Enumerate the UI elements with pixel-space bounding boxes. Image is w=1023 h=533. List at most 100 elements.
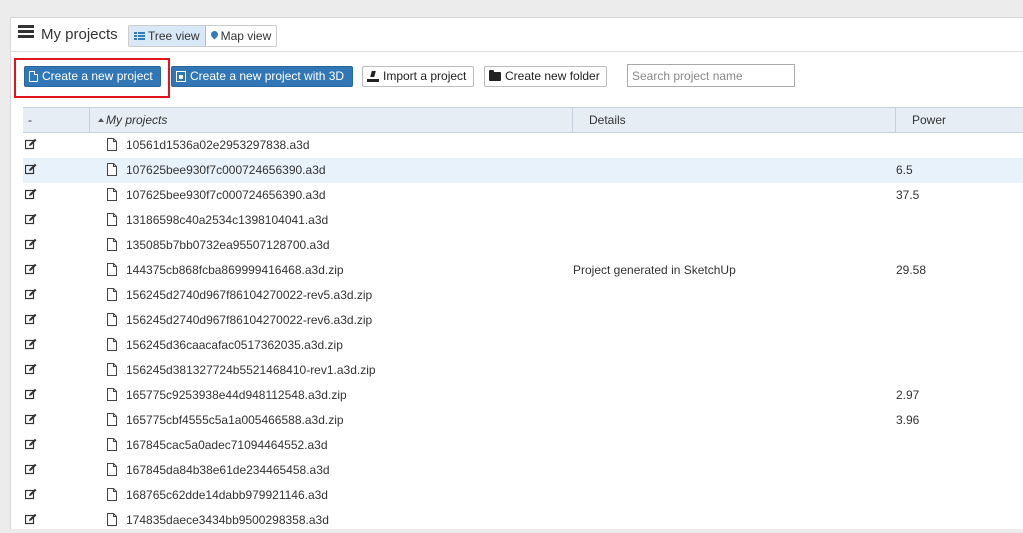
project-name[interactable]: 167845da84b38e61de234465458.a3d [126,463,330,477]
project-details: Project generated in SketchUp [573,263,736,277]
table-row[interactable]: 156245d381327724b5521468410-rev1.a3d.zip [23,358,1023,383]
projects-table: - My projects Details Power 10561d1536a0… [23,107,1023,533]
edit-icon[interactable] [24,163,37,175]
edit-icon[interactable] [24,388,37,400]
map-pin-icon [211,31,218,41]
page-title: My projects [41,26,118,43]
table-row[interactable]: 174835daece3434bb9500298358.a3d [23,508,1023,533]
project-name[interactable]: 10561d1536a02e2953297838.a3d [126,138,310,152]
project-name[interactable]: 107625bee930f7c000724656390.a3d [126,163,326,177]
table-body: 10561d1536a02e2953297838.a3d 107625bee930… [23,133,1023,533]
project-power: 29.58 [896,263,927,277]
table-row[interactable]: 156245d36caacafac0517362035.a3d.zip [23,333,1023,358]
project-name[interactable]: 156245d2740d967f86104270022-rev5.a3d.zip [126,288,372,302]
edit-icon[interactable] [24,338,37,350]
table-row[interactable]: 156245d2740d967f86104270022-rev5.a3d.zip [23,283,1023,308]
edit-icon[interactable] [24,238,37,250]
table-row[interactable]: 13186598c40a2534c1398104041.a3d [23,208,1023,233]
edit-icon[interactable] [24,438,37,450]
table-row[interactable]: 165775cbf4555c5a1a005466588.a3d.zip 3.96 [23,408,1023,433]
search-input[interactable] [627,64,795,87]
project-name[interactable]: 144375cb868fcba869999416468.a3d.zip [126,263,344,277]
map-view-label: Map view [220,29,272,43]
edit-icon[interactable] [24,138,37,150]
table-icon [134,31,145,41]
edit-icon[interactable] [24,488,37,500]
menu-icon[interactable] [18,25,34,39]
file-icon [107,363,117,376]
file-icon [107,238,117,251]
edit-icon[interactable] [24,313,37,325]
file-icon [107,413,117,426]
column-header-select[interactable]: - [28,108,32,132]
import-icon [367,71,379,82]
create-project-button[interactable]: Create a new project [24,66,161,87]
tree-view-button[interactable]: Tree view [129,26,206,46]
table-row[interactable]: 165775c9253938e44d948112548.a3d.zip 2.97 [23,383,1023,408]
map-view-button[interactable]: Map view [206,26,277,46]
column-header-details[interactable]: Details [572,108,895,132]
create-project-3d-button[interactable]: Create a new project with 3D [171,66,353,87]
project-name[interactable]: 107625bee930f7c000724656390.a3d [126,188,326,202]
import-project-button[interactable]: Import a project [362,66,474,87]
file-icon [107,488,117,501]
tree-view-label: Tree view [148,29,200,43]
file-icon [107,163,117,176]
project-name[interactable]: 167845cac5a0adec71094464552.a3d [126,438,328,452]
table-row[interactable]: 156245d2740d967f86104270022-rev6.a3d.zip [23,308,1023,333]
project-name[interactable]: 135085b7bb0732ea95507128700.a3d [126,238,330,252]
project-name[interactable]: 156245d381327724b5521468410-rev1.a3d.zip [126,363,376,377]
project-power: 37.5 [896,188,920,202]
column-header-my-projects-label: My projects [106,113,168,127]
projects-panel: My projects Tree view Map view Create a … [10,17,1023,529]
import-project-label: Import a project [383,69,467,83]
sort-asc-icon [98,118,104,122]
file-icon [107,188,117,201]
project-name[interactable]: 156245d2740d967f86104270022-rev6.a3d.zip [126,313,372,327]
project-name[interactable]: 165775cbf4555c5a1a005466588.a3d.zip [126,413,344,427]
file-icon [107,263,117,276]
edit-icon[interactable] [24,263,37,275]
document-3d-icon [176,71,186,82]
edit-icon[interactable] [24,288,37,300]
toolbar: Create a new project Create a new projec… [11,58,1023,98]
file-icon [107,463,117,476]
edit-icon[interactable] [24,513,37,525]
column-header-my-projects[interactable]: My projects [89,108,573,132]
file-icon [107,313,117,326]
project-name[interactable]: 156245d36caacafac0517362035.a3d.zip [126,338,343,352]
edit-icon[interactable] [24,463,37,475]
create-project-label: Create a new project [42,69,153,83]
edit-icon[interactable] [24,363,37,375]
table-row[interactable]: 107625bee930f7c000724656390.a3d 6.5 [23,158,1023,183]
table-row[interactable]: 135085b7bb0732ea95507128700.a3d [23,233,1023,258]
project-name[interactable]: 165775c9253938e44d948112548.a3d.zip [126,388,347,402]
project-power: 2.97 [896,388,920,402]
project-name[interactable]: 174835daece3434bb9500298358.a3d [126,513,329,527]
project-name[interactable]: 168765c62dde14dabb979921146.a3d [126,488,328,502]
file-icon [107,438,117,451]
table-row[interactable]: 167845cac5a0adec71094464552.a3d [23,433,1023,458]
edit-icon[interactable] [24,188,37,200]
create-folder-button[interactable]: Create new folder [484,66,607,87]
table-row[interactable]: 167845da84b38e61de234465458.a3d [23,458,1023,483]
file-icon [107,338,117,351]
project-name[interactable]: 13186598c40a2534c1398104041.a3d [126,213,328,227]
create-folder-label: Create new folder [505,69,600,83]
file-icon [107,213,117,226]
table-row[interactable]: 168765c62dde14dabb979921146.a3d [23,483,1023,508]
project-power: 3.96 [896,413,920,427]
folder-icon [489,70,501,81]
file-icon [107,138,117,151]
file-icon [107,288,117,301]
table-row[interactable]: 10561d1536a02e2953297838.a3d [23,133,1023,158]
edit-icon[interactable] [24,213,37,225]
column-header-power[interactable]: Power [895,108,1023,132]
table-row[interactable]: 144375cb868fcba869999416468.a3d.zip Proje… [23,258,1023,283]
panel-header: My projects Tree view Map view [11,18,1023,52]
file-icon [107,388,117,401]
edit-icon[interactable] [24,413,37,425]
table-header: - My projects Details Power [23,107,1023,133]
new-document-icon [29,71,38,82]
table-row[interactable]: 107625bee930f7c000724656390.a3d 37.5 [23,183,1023,208]
